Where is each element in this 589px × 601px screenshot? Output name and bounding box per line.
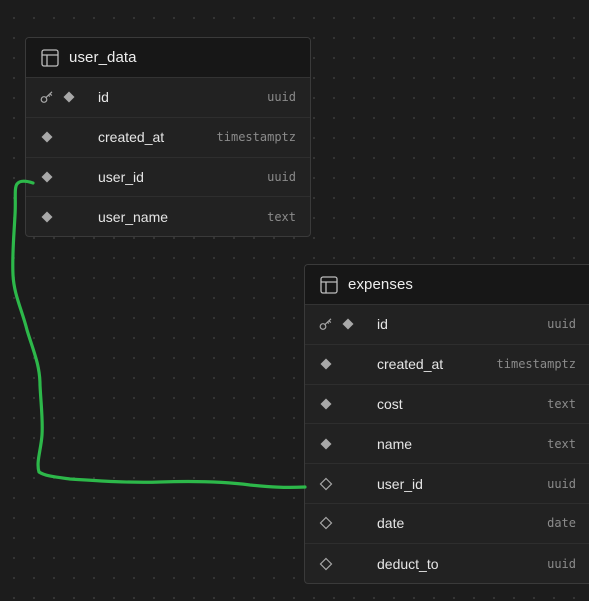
column-type: date: [547, 516, 576, 531]
column-row-user-id[interactable]: user_id uuid: [305, 464, 589, 504]
column-type: uuid: [267, 169, 296, 184]
column-name: deduct_to: [377, 555, 439, 572]
diamond-filled-icon: [41, 131, 53, 143]
column-name: user_id: [98, 168, 144, 185]
column-name: created_at: [377, 356, 444, 373]
column-type: uuid: [547, 556, 576, 571]
column-name: date: [377, 515, 405, 532]
diamond-filled-icon: [41, 211, 53, 223]
table-header[interactable]: expenses: [305, 265, 589, 305]
table-card-user-data[interactable]: user_data id uuid created_at timestamptz use…: [25, 37, 311, 237]
required-diamond-icon: [341, 317, 355, 331]
column-name: user_id: [377, 475, 423, 492]
column-row-id[interactable]: id uuid: [305, 305, 589, 345]
column-name: name: [377, 435, 413, 452]
nullable-diamond-icon: [319, 516, 333, 530]
column-row-name[interactable]: name text: [305, 424, 589, 465]
column-type: uuid: [547, 317, 576, 332]
diamond-filled-icon: [320, 358, 332, 370]
column-name: created_at: [98, 129, 165, 146]
column-type: text: [547, 396, 576, 411]
column-type: uuid: [267, 90, 296, 105]
diamond-outline-icon: [319, 517, 333, 530]
column-name: id: [377, 316, 388, 333]
column-row-created-at[interactable]: created_at timestamptz: [305, 345, 589, 385]
column-row-cost[interactable]: cost text: [305, 385, 589, 425]
diamond-outline-icon: [319, 477, 333, 490]
column-row-deduct-to[interactable]: deduct_to uuid: [305, 544, 589, 583]
column-type: text: [547, 436, 576, 451]
table-icon: [41, 48, 59, 67]
column-row-user-id[interactable]: user_id uuid: [26, 158, 310, 198]
column-row-id[interactable]: id uuid: [26, 78, 310, 118]
column-type: timestamptz: [496, 357, 576, 372]
nullable-diamond-icon: [319, 557, 333, 571]
column-row-created-at[interactable]: created_at timestamptz: [26, 118, 310, 158]
column-name: id: [98, 89, 109, 106]
column-list: id uuid created_at timestamptz user_id uuid us…: [26, 78, 310, 236]
primary-key-icon: [40, 90, 54, 104]
column-row-date[interactable]: date date: [305, 504, 589, 544]
diamond-filled-icon: [320, 438, 332, 450]
required-diamond-icon: [319, 437, 333, 451]
nullable-diamond-icon: [319, 477, 333, 491]
primary-key-icon: [319, 317, 333, 331]
column-name: cost: [377, 395, 403, 412]
required-diamond-icon: [319, 357, 333, 371]
diamond-filled-icon: [320, 398, 332, 410]
column-type: timestamptz: [216, 130, 296, 145]
required-diamond-icon: [62, 90, 76, 104]
required-diamond-icon: [40, 210, 54, 224]
key-icon: [40, 91, 53, 104]
required-diamond-icon: [40, 130, 54, 144]
schema-canvas[interactable]: user_data id uuid created_at timestamptz use…: [0, 0, 589, 601]
table-title: expenses: [348, 276, 414, 293]
column-row-user-name[interactable]: user_name text: [26, 197, 310, 236]
table-card-expenses[interactable]: expenses id uuid created_at timestamptz cost…: [304, 264, 589, 584]
required-diamond-icon: [319, 397, 333, 411]
table-title: user_data: [69, 49, 137, 66]
table-icon: [320, 275, 338, 294]
key-icon: [319, 318, 332, 331]
diamond-filled-icon: [342, 318, 354, 330]
column-type: text: [267, 210, 296, 225]
required-diamond-icon: [40, 170, 54, 184]
diamond-filled-icon: [41, 171, 53, 183]
diamond-filled-icon: [63, 91, 75, 103]
column-list: id uuid created_at timestamptz cost text name t…: [305, 305, 589, 583]
table-header[interactable]: user_data: [26, 38, 310, 78]
diamond-outline-icon: [319, 557, 333, 571]
column-name: user_name: [98, 209, 169, 226]
column-type: uuid: [547, 476, 576, 491]
